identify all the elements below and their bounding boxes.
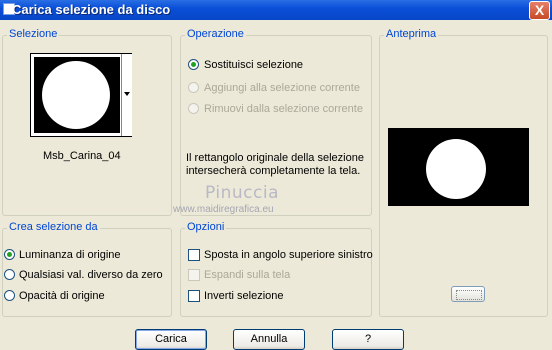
operazione-legend: Operazione: [185, 28, 246, 40]
title-bar[interactable]: Carica selezione da disco X: [0, 0, 552, 20]
op-remove-radio[interactable]: [188, 103, 199, 114]
op-remove-label[interactable]: Rimuovi dalla selezione corrente: [204, 103, 363, 115]
selezione-legend: Selezione: [7, 28, 60, 40]
preview-canvas: [388, 128, 529, 206]
thumbnail-circle-shape: [42, 61, 110, 129]
opt-move-topleft-checkbox[interactable]: [188, 249, 200, 261]
opt-expand-checkbox[interactable]: [188, 269, 200, 281]
anteprima-legend: Anteprima: [384, 28, 439, 40]
opt-invert-checkbox[interactable]: [188, 290, 200, 302]
op-add-radio[interactable]: [188, 82, 199, 93]
zoom-preview-button[interactable]: [451, 286, 485, 302]
op-replace-label[interactable]: Sostituisci selezione: [204, 59, 303, 71]
src-luminance-radio[interactable]: [4, 249, 15, 260]
src-opacity-label[interactable]: Opacità di origine: [19, 290, 105, 302]
chevron-down-icon[interactable]: [124, 92, 130, 96]
opt-invert-label[interactable]: Inverti selezione: [204, 290, 284, 302]
opzioni-legend: Opzioni: [185, 221, 227, 233]
selection-name: Msb_Carina_04: [43, 150, 121, 162]
selection-thumbnail-image: [34, 57, 120, 133]
src-nonzero-label[interactable]: Qualsiasi val. diverso da zero: [19, 269, 163, 281]
src-luminance-label[interactable]: Luminanza di origine: [19, 249, 121, 261]
selection-thumbnail-dropdown[interactable]: [30, 53, 132, 137]
preview-circle-shape: [426, 139, 486, 199]
load-button[interactable]: Carica: [135, 329, 207, 350]
src-opacity-radio[interactable]: [4, 290, 15, 301]
preview-frame-icon: [456, 290, 482, 300]
help-button[interactable]: ?: [332, 329, 404, 350]
watermark-url: www.maidiregrafica.eu: [173, 204, 274, 215]
op-replace-radio[interactable]: [188, 59, 199, 70]
opt-expand-label[interactable]: Espandi sulla tela: [204, 269, 290, 281]
src-nonzero-radio[interactable]: [4, 269, 15, 280]
op-add-label[interactable]: Aggiungi alla selezione corrente: [204, 82, 360, 94]
opt-move-topleft-label[interactable]: Sposta in angolo superiore sinistro: [204, 249, 373, 261]
operation-message-line2: intersecherà completamente la tela.: [186, 165, 361, 177]
crea-legend: Crea selezione da: [7, 221, 100, 233]
operation-message-line1: Il rettangolo originale della selezione: [186, 152, 364, 164]
window-title: Carica selezione da disco: [12, 2, 171, 17]
cancel-button[interactable]: Annulla: [233, 329, 305, 350]
close-button[interactable]: X: [529, 1, 550, 20]
watermark-name: Pinuccia: [205, 183, 279, 203]
